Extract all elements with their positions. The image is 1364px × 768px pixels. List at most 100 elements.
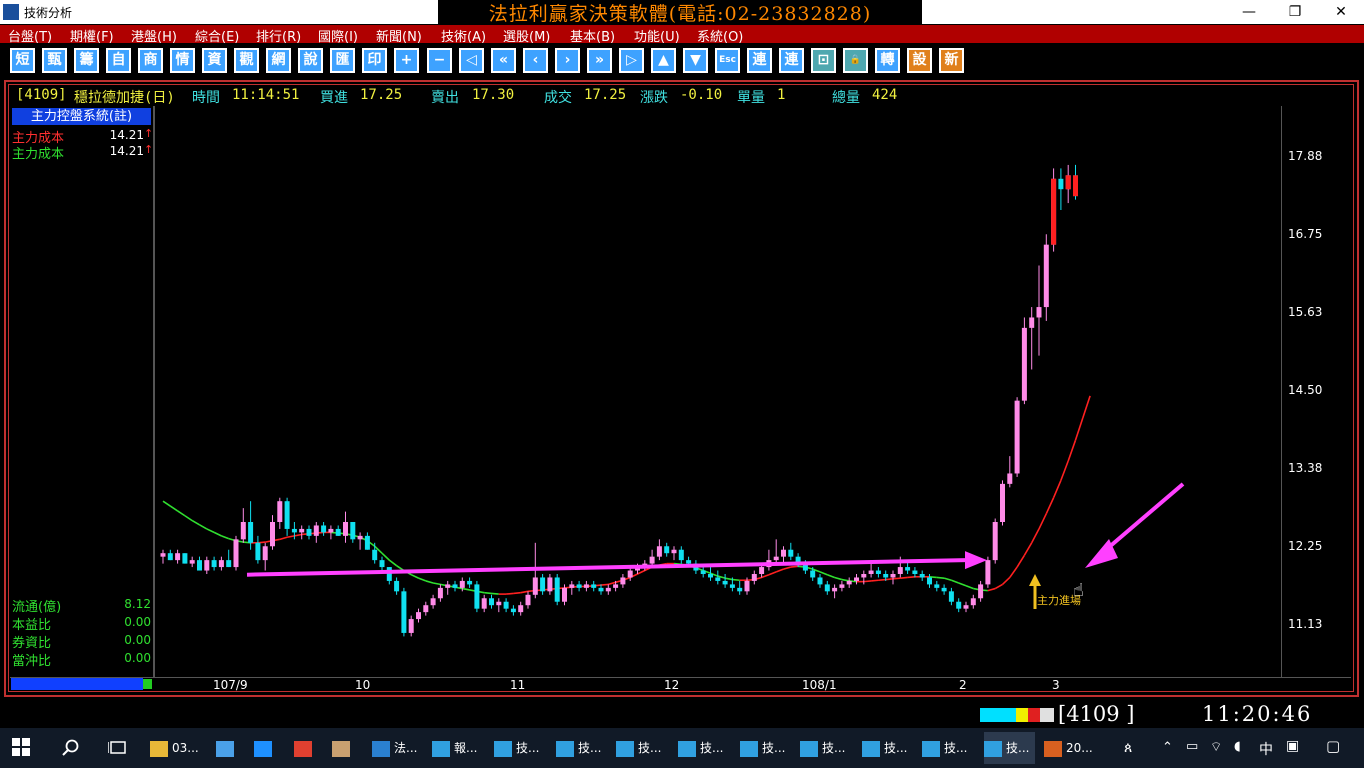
toolbar-button[interactable]: » bbox=[587, 48, 612, 73]
indicator-title[interactable]: 主力控盤系統(註) bbox=[12, 108, 151, 125]
candle-body bbox=[394, 580, 400, 592]
toolbar-button[interactable]: 新 bbox=[939, 48, 964, 73]
toolbar-button[interactable]: 甄 bbox=[42, 48, 67, 73]
y-tick-label: 11.13 bbox=[1288, 616, 1323, 631]
toolbar-button[interactable]: 資 bbox=[202, 48, 227, 73]
toolbar-button[interactable]: 🔒 bbox=[843, 48, 868, 73]
app-icon bbox=[556, 740, 574, 757]
search-icon[interactable] bbox=[62, 739, 80, 757]
toolbar-button[interactable]: ▼ bbox=[683, 48, 708, 73]
hand-cursor-icon: ☝ bbox=[1073, 580, 1084, 601]
battery-icon[interactable]: ▭ bbox=[1186, 739, 1198, 754]
taskbar-app[interactable]: 技... bbox=[678, 732, 723, 764]
toolbar-button[interactable]: Esc bbox=[715, 48, 740, 73]
taskbar-app[interactable]: 技... bbox=[800, 732, 845, 764]
minimize-button[interactable]: — bbox=[1226, 0, 1272, 24]
taskbar-app[interactable] bbox=[216, 732, 238, 764]
cost-line-segment bbox=[987, 587, 996, 592]
people-icon[interactable]: ጰ bbox=[1124, 740, 1132, 756]
toolbar-button[interactable]: ⊡ bbox=[811, 48, 836, 73]
notification-icon[interactable]: ▢ bbox=[1326, 737, 1340, 755]
candle-body bbox=[744, 580, 750, 592]
toolbar-button[interactable]: 連 bbox=[779, 48, 804, 73]
taskbar-app[interactable]: 報... bbox=[432, 732, 477, 764]
toolbar-button[interactable]: 網 bbox=[266, 48, 291, 73]
toolbar-button[interactable]: + bbox=[394, 48, 419, 73]
ime-icon[interactable]: ▣ bbox=[1286, 738, 1299, 754]
candle-body bbox=[897, 567, 903, 574]
change-value: -0.10 bbox=[680, 87, 723, 103]
candle-body-red bbox=[1073, 175, 1078, 197]
taskbar-app[interactable]: 技... bbox=[922, 732, 967, 764]
volume-icon[interactable]: ◖ bbox=[1234, 739, 1241, 754]
arrow-up-icon: ↑ bbox=[144, 127, 154, 140]
candle-body bbox=[948, 591, 954, 602]
taskbar-app[interactable]: 技... bbox=[494, 732, 539, 764]
chevron-up-icon[interactable]: ⌃ bbox=[1162, 740, 1173, 755]
candle-body bbox=[197, 560, 202, 571]
candle-body bbox=[1007, 473, 1013, 484]
toolbar-button[interactable]: › bbox=[555, 48, 580, 73]
banner-text: 法拉利贏家決策軟體(電話:02-23832828) bbox=[438, 0, 922, 28]
candle-body bbox=[445, 584, 451, 588]
input-language[interactable]: 中 bbox=[1259, 739, 1273, 759]
cost-line-segment bbox=[761, 573, 770, 579]
candle-body bbox=[343, 522, 348, 536]
candle-body bbox=[248, 522, 254, 543]
taskbar-app[interactable] bbox=[294, 732, 316, 764]
taskbar-app[interactable]: 技... bbox=[740, 732, 785, 764]
candle-body bbox=[992, 522, 998, 561]
title-bar: 技術分析 法拉利贏家決策軟體(電話:02-23832828) — ❐ ✕ bbox=[0, 0, 1364, 28]
toolbar-button[interactable]: ▲ bbox=[651, 48, 676, 73]
candle-body bbox=[496, 601, 502, 606]
cost-line-segment bbox=[257, 541, 266, 544]
toolbar-button[interactable]: 印 bbox=[362, 48, 387, 73]
taskbar-app[interactable]: 技... bbox=[862, 732, 907, 764]
trend-arrow-line bbox=[246, 558, 966, 577]
toolbar-button[interactable]: 情 bbox=[170, 48, 195, 73]
toolbar-button[interactable]: 自 bbox=[106, 48, 131, 73]
cost-line-segment bbox=[213, 531, 222, 537]
toolbar-button[interactable]: 短 bbox=[10, 48, 35, 73]
taskbar-app[interactable]: 20... bbox=[1044, 732, 1093, 764]
scroll-indicator[interactable] bbox=[11, 678, 143, 690]
candle-body bbox=[890, 574, 896, 578]
stat-value: 0.00 bbox=[124, 651, 151, 665]
app-icon bbox=[494, 740, 512, 757]
candle-body bbox=[1021, 327, 1027, 401]
scroll-thumb[interactable] bbox=[143, 679, 152, 689]
cost-line-segment bbox=[1045, 497, 1055, 515]
toolbar-button[interactable]: − bbox=[427, 48, 452, 73]
toolbar-button[interactable]: 匯 bbox=[330, 48, 355, 73]
toolbar-button[interactable]: ‹ bbox=[523, 48, 548, 73]
price-chart-area[interactable]: 主力進場 ☝ bbox=[154, 106, 1282, 678]
close-button[interactable]: ✕ bbox=[1318, 0, 1364, 24]
toolbar-button[interactable]: 觀 bbox=[234, 48, 259, 73]
task-view-icon[interactable] bbox=[108, 739, 128, 757]
taskbar-app[interactable]: 法... bbox=[372, 732, 417, 764]
maximize-button[interactable]: ❐ bbox=[1272, 0, 1318, 24]
toolbar-button[interactable]: 連 bbox=[747, 48, 772, 73]
candle-body bbox=[372, 549, 378, 561]
taskbar-app[interactable] bbox=[332, 732, 354, 764]
toolbar-button[interactable]: 轉 bbox=[875, 48, 900, 73]
candle-body bbox=[664, 546, 670, 554]
taskbar-app[interactable] bbox=[254, 732, 276, 764]
candle-body bbox=[481, 598, 487, 609]
toolbar-button[interactable]: 商 bbox=[138, 48, 163, 73]
candle-body bbox=[182, 553, 188, 564]
toolbar-button[interactable]: « bbox=[491, 48, 516, 73]
toolbar-button[interactable]: 說 bbox=[298, 48, 323, 73]
windows-start-icon[interactable] bbox=[12, 738, 30, 756]
taskbar-app[interactable]: 技... bbox=[556, 732, 601, 764]
taskbar-app[interactable]: 技... bbox=[616, 732, 661, 764]
toolbar-button[interactable]: 設 bbox=[907, 48, 932, 73]
app-icon bbox=[432, 740, 450, 757]
toolbar-button[interactable]: ▷ bbox=[619, 48, 644, 73]
toolbar-button[interactable]: 籌 bbox=[74, 48, 99, 73]
candle-body bbox=[824, 584, 830, 592]
wifi-icon[interactable]: ⌔ bbox=[1210, 739, 1222, 755]
taskbar-app[interactable]: 技... bbox=[984, 732, 1036, 764]
toolbar-button[interactable]: ◁ bbox=[459, 48, 484, 73]
taskbar-app[interactable]: 03... bbox=[150, 732, 199, 764]
